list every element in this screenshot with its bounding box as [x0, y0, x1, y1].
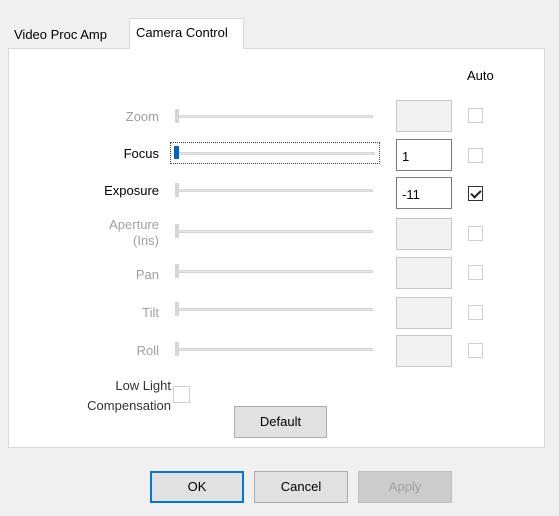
default-button[interactable]: Default: [234, 406, 327, 438]
pan-label: Pan: [135, 267, 159, 282]
zoom-slider-track: [175, 115, 373, 118]
focus-auto-checkbox[interactable]: [468, 148, 483, 163]
cancel-button[interactable]: Cancel: [254, 471, 348, 503]
aperture-slider-thumb: [175, 224, 179, 238]
zoom-label: Zoom: [125, 109, 159, 124]
tilt-auto-checkbox: [468, 305, 483, 320]
tilt-slider-track: [175, 308, 373, 311]
zoom-slider: [175, 107, 373, 125]
roll-label: Roll: [136, 343, 159, 358]
ok-button[interactable]: OK: [150, 471, 244, 503]
exposure-auto-checkbox[interactable]: [468, 186, 483, 201]
aperture-value-box: [396, 218, 452, 250]
roll-value-box: [396, 335, 452, 367]
focus-slider-track: [175, 152, 375, 155]
exposure-value-box[interactable]: -11: [396, 177, 452, 209]
focus-slider[interactable]: [170, 142, 380, 164]
roll-auto-checkbox: [468, 343, 483, 358]
focus-label: Focus: [123, 146, 159, 161]
focus-value-box[interactable]: 1: [396, 139, 452, 171]
tilt-slider-thumb: [175, 302, 179, 316]
zoom-slider-thumb: [175, 109, 179, 123]
focus-slider-thumb[interactable]: [174, 146, 179, 159]
tilt-slider: [175, 300, 373, 318]
pan-value-box: [396, 257, 452, 289]
roll-slider: [175, 340, 373, 358]
zoom-value-box: [396, 100, 452, 132]
tab-camera-control[interactable]: Camera Control: [129, 18, 244, 49]
exposure-slider[interactable]: [175, 181, 373, 199]
exposure-slider-track: [175, 189, 373, 192]
pan-auto-checkbox: [468, 265, 483, 280]
tab-video-proc-amp[interactable]: Video Proc Amp: [8, 22, 129, 48]
auto-column-header: Auto: [467, 68, 494, 83]
tilt-label: Tilt: [142, 305, 159, 320]
pan-slider: [175, 262, 373, 280]
exposure-slider-thumb[interactable]: [175, 183, 179, 197]
pan-slider-track: [175, 270, 373, 273]
aperture-auto-checkbox: [468, 226, 483, 241]
aperture-slider-track: [175, 230, 373, 233]
tilt-value-box: [396, 297, 452, 329]
pan-slider-thumb: [175, 264, 179, 278]
low-light-compensation-label: Low Light Compensation: [87, 378, 171, 413]
roll-slider-track: [175, 348, 373, 351]
low-light-compensation-checkbox[interactable]: [173, 386, 190, 403]
roll-slider-thumb: [175, 342, 179, 356]
aperture-slider: [175, 222, 373, 240]
apply-button: Apply: [358, 471, 452, 503]
zoom-auto-checkbox: [468, 108, 483, 123]
aperture-label: Aperture (Iris): [109, 217, 159, 248]
exposure-label: Exposure: [104, 183, 159, 198]
